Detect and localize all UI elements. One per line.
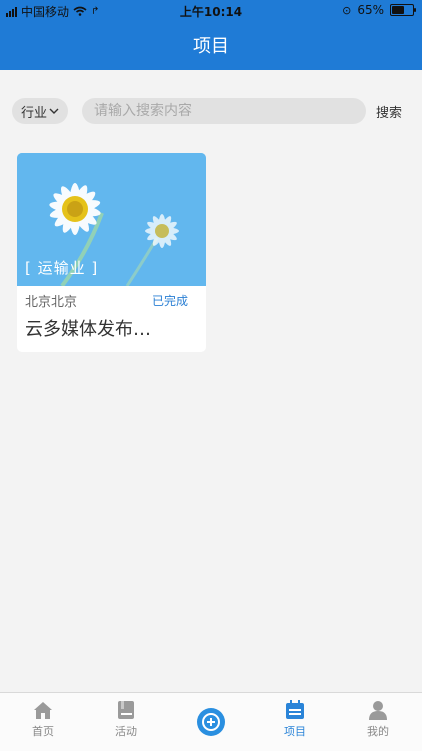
search-input[interactable] xyxy=(82,98,366,124)
chevron-down-icon xyxy=(49,104,59,119)
project-image: [ 运输业 ] xyxy=(17,153,206,286)
tab-home-label: 首页 xyxy=(32,725,54,738)
page-header: 项目 xyxy=(0,20,422,70)
battery-percent: 65% xyxy=(357,3,384,17)
status-bar: 中国移动 ↱ 上午10:14 ⊙ 65% xyxy=(0,0,422,20)
home-icon xyxy=(34,702,52,719)
project-title: 云多媒体发布… xyxy=(25,319,151,340)
tab-mine[interactable]: 我的 xyxy=(348,699,408,739)
status-badge: 已完成 xyxy=(151,294,188,308)
industry-tag: [ 运输业 ] xyxy=(25,259,99,277)
page-title: 项目 xyxy=(193,36,229,57)
tab-mine-label: 我的 xyxy=(367,725,389,738)
status-right: ⊙ 65% xyxy=(342,3,416,17)
plus-circle-icon xyxy=(202,713,220,731)
tab-projects-label: 项目 xyxy=(284,725,306,738)
user-icon xyxy=(369,701,387,720)
tab-home[interactable]: 首页 xyxy=(13,699,73,739)
bottom-tab-bar: 首页 活动 项目 我的 xyxy=(0,692,422,751)
rotation-lock-icon: ⊙ xyxy=(342,3,352,17)
book-icon xyxy=(118,701,134,719)
search-bar: 行业 搜索 xyxy=(12,98,410,126)
tab-activity-label: 活动 xyxy=(115,725,137,738)
battery-fill xyxy=(392,6,405,14)
tab-projects[interactable]: 项目 xyxy=(265,699,325,739)
search-button[interactable]: 搜索 xyxy=(376,102,402,121)
project-location: 北京北京 xyxy=(25,295,78,310)
industry-filter-dropdown[interactable]: 行业 xyxy=(12,98,68,124)
industry-filter-label: 行业 xyxy=(20,105,47,121)
project-card[interactable]: [ 运输业 ] 北京北京 已完成 云多媒体发布… xyxy=(17,153,206,352)
add-project-button[interactable] xyxy=(197,708,225,736)
battery-icon xyxy=(390,4,416,16)
tab-activity[interactable]: 活动 xyxy=(96,699,156,739)
calendar-icon xyxy=(286,700,304,719)
